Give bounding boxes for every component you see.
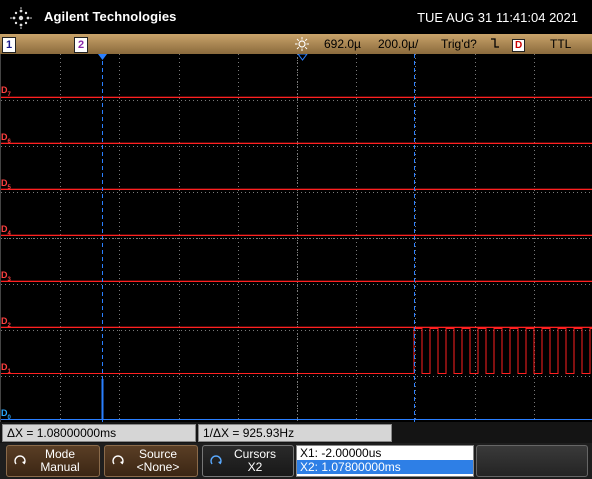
- channel-label-d4: D4: [1, 224, 11, 237]
- logic-level: TTL: [550, 37, 572, 51]
- channel-1-indicator[interactable]: 1: [2, 37, 17, 53]
- date-time: TUE AUG 31 11:41:04 2021: [417, 10, 578, 25]
- inverse-delta-x-readout: 1/ΔX = 925.93Hz: [198, 424, 392, 442]
- channel-label-d0: D0: [1, 408, 11, 421]
- trace-d1: [1, 328, 592, 374]
- waveform-grid: [1, 54, 592, 422]
- title-bar: Agilent Technologies TUE AUG 31 11:41:04…: [0, 0, 592, 34]
- channel-2-indicator[interactable]: 2: [74, 37, 89, 53]
- timebase: 200.0µ/: [378, 37, 419, 51]
- channel-label-d2: D2: [1, 316, 11, 329]
- cursors-softkey[interactable]: Cursors X2: [202, 445, 294, 477]
- channel-label-d5: D5: [1, 178, 11, 191]
- trace-d0: [1, 379, 592, 420]
- brand-name: Agilent Technologies: [44, 9, 177, 24]
- mode-value: Manual: [40, 460, 80, 474]
- agilent-spark-icon: [10, 7, 32, 29]
- waveform-display[interactable]: D7 D6 D5 D4 D3 D2 D1 D0: [0, 54, 592, 422]
- softkey-bar: Mode Manual Source <None> Cursors X2 X1:…: [0, 443, 592, 479]
- channel-label-d6: D6: [1, 132, 11, 145]
- sun-icon: [295, 37, 309, 51]
- measurement-row: ΔX = 1.08000000ms 1/ΔX = 925.93Hz: [0, 422, 592, 443]
- status-bar: 1 2 692.0µ 200.0µ/ Trig'd? D TTL: [0, 34, 592, 54]
- delay-marker-icon: [297, 54, 308, 61]
- horizontal-position: 692.0µ: [324, 37, 361, 51]
- trigger-source: D: [512, 37, 526, 53]
- falling-edge-icon: [490, 37, 500, 52]
- source-softkey[interactable]: Source <None>: [104, 445, 198, 477]
- cursor-x1-readout: X1: -2.00000us: [300, 446, 382, 460]
- cursor-x2-readout: X2: 1.07800000ms: [297, 460, 473, 474]
- channel-label-d3: D3: [1, 270, 11, 283]
- trigger-status: Trig'd?: [441, 37, 477, 51]
- source-value: <None>: [136, 460, 180, 474]
- trigger-marker-icon: [98, 54, 107, 60]
- delta-x-readout: ΔX = 1.08000000ms: [2, 424, 196, 442]
- blank-softkey[interactable]: [476, 445, 588, 477]
- channel-label-d7: D7: [1, 85, 11, 98]
- cursor-readout-panel: X1: -2.00000us X2: 1.07800000ms: [296, 445, 474, 477]
- channel-label-d1: D1: [1, 362, 11, 375]
- cursors-value: X2: [247, 460, 263, 474]
- mode-softkey[interactable]: Mode Manual: [6, 445, 100, 477]
